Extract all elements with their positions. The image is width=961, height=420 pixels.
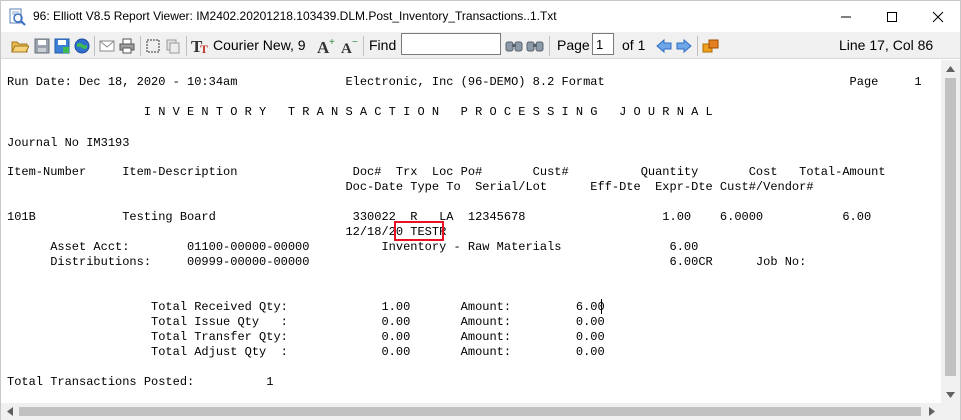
- table-row: Distributions: 00999-00000-00000 6.00CR …: [7, 255, 807, 269]
- close-button[interactable]: [915, 1, 961, 32]
- cursor-position: Line 17, Col 86: [839, 37, 934, 53]
- vertical-scroll-thumb[interactable]: [945, 78, 956, 376]
- svg-text:+: +: [329, 37, 335, 48]
- font-name-label[interactable]: Courier New, 9: [213, 37, 306, 53]
- font-icon[interactable]: TT: [191, 36, 211, 56]
- scroll-down-arrow-icon[interactable]: [941, 386, 960, 403]
- horizontal-scrollbar[interactable]: [1, 403, 941, 420]
- highlight-box: [394, 221, 444, 241]
- svg-text:A: A: [341, 41, 352, 55]
- scroll-left-arrow-icon[interactable]: [1, 403, 18, 420]
- svg-text:T: T: [200, 42, 208, 55]
- title-bar: 96: Elliott V8.5 Report Viewer: IM2402.2…: [1, 1, 960, 32]
- table-row: Asset Acct: 01100-00000-00000 Inventory …: [7, 240, 699, 254]
- page-total-label: of 1: [622, 37, 646, 53]
- horizontal-scroll-thumb[interactable]: [19, 407, 921, 416]
- open-folder-icon[interactable]: [11, 36, 29, 56]
- save-disk-icon[interactable]: [33, 36, 51, 56]
- email-icon[interactable]: [98, 36, 116, 56]
- report-line: Run Date: Dec 18, 2020 - 10:34am Electro…: [7, 75, 922, 89]
- decrease-font-icon[interactable]: A −: [339, 36, 359, 56]
- page-label: Page: [557, 37, 590, 53]
- find-label: Find: [369, 37, 397, 53]
- vertical-scrollbar[interactable]: [941, 60, 960, 403]
- total-row: Total Transfer Qty: 0.00 Amount: 0.00: [7, 330, 605, 344]
- increase-font-icon[interactable]: A +: [316, 36, 336, 56]
- svg-text:−: −: [352, 37, 358, 48]
- find-next-icon[interactable]: [526, 36, 544, 56]
- window-title: 96: Elliott V8.5 Report Viewer: IM2402.2…: [33, 9, 557, 23]
- column-header: Item-Number Item-Description Doc# Trx Lo…: [7, 165, 886, 179]
- total-row: Total Issue Qty : 0.00 Amount: 0.00: [7, 315, 605, 329]
- report-viewer-icon: [8, 8, 26, 26]
- minimize-button[interactable]: [823, 1, 869, 32]
- report-line: Journal No IM3193: [7, 136, 130, 150]
- find-input[interactable]: [401, 33, 501, 55]
- globe-icon[interactable]: [73, 36, 91, 56]
- scrollbar-corner: [941, 403, 960, 420]
- report-viewer-window: 96: Elliott V8.5 Report Viewer: IM2402.2…: [0, 0, 961, 420]
- select-all-icon[interactable]: [144, 36, 162, 56]
- report-title: I N V E N T O R Y T R A N S A C T I O N …: [7, 105, 713, 119]
- scroll-up-arrow-icon[interactable]: [941, 60, 960, 77]
- scroll-right-arrow-icon[interactable]: [923, 403, 940, 420]
- total-row: Total Adjust Qty : 0.00 Amount: 0.00: [7, 345, 605, 359]
- table-row: 12/18/20 TESTR: [7, 225, 447, 239]
- previous-page-arrow-icon[interactable]: [655, 36, 673, 56]
- toolbar: TT Courier New, 9 A+ A− Find Page of 1: [1, 32, 960, 59]
- export-icon[interactable]: [701, 36, 721, 56]
- save-as-icon[interactable]: [53, 36, 71, 56]
- copy-icon[interactable]: [164, 36, 182, 56]
- next-page-arrow-icon[interactable]: [675, 36, 693, 56]
- page-number-input[interactable]: [592, 33, 614, 55]
- report-text-area[interactable]: Run Date: Dec 18, 2020 - 10:34am Electro…: [1, 60, 941, 402]
- find-previous-icon[interactable]: [505, 36, 523, 56]
- total-row: Total Transactions Posted: 1: [7, 375, 274, 389]
- total-row: Total Received Qty: 1.00 Amount: 6.00: [7, 300, 605, 314]
- print-icon[interactable]: [118, 36, 136, 56]
- maximize-button[interactable]: [869, 1, 915, 32]
- column-header: Doc-Date Type To Serial/Lot Eff-Dte Expr…: [7, 180, 814, 194]
- text-caret: [601, 299, 602, 314]
